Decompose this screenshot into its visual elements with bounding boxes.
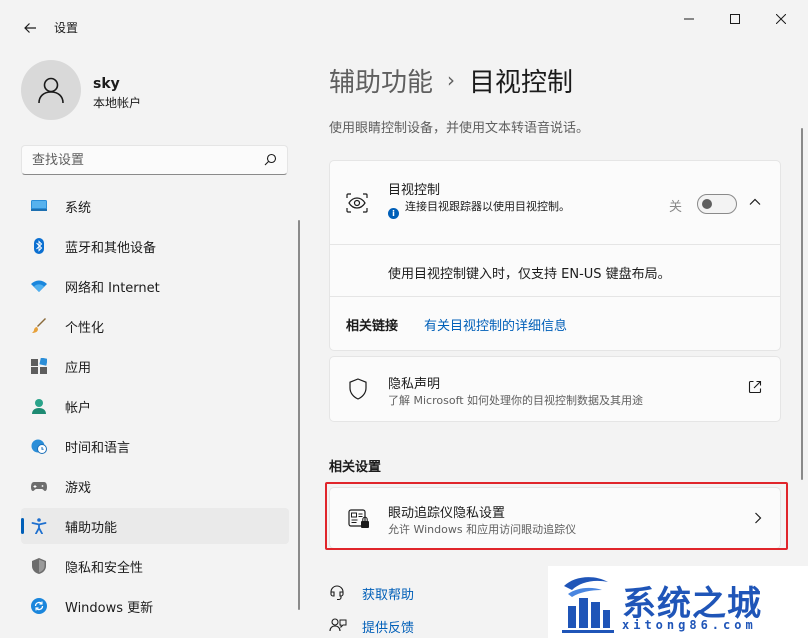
watermark-url: xitong86.com — [622, 618, 757, 632]
page-title: 目视控制 — [469, 67, 574, 98]
toggle-state-label: 关 — [669, 200, 683, 215]
update-icon — [31, 598, 47, 614]
feedback-icon — [329, 618, 347, 632]
breadcrumb: 辅助功能 › 目视控制 — [329, 60, 573, 100]
sidebar-item-windows-update[interactable]: Windows 更新 — [21, 588, 289, 624]
sidebar-item-label: Windows 更新 — [65, 600, 154, 616]
sidebar-item-apps[interactable]: 应用 — [21, 348, 289, 384]
sidebar-item-personalization[interactable]: 个性化 — [21, 308, 289, 344]
toggle-knob — [702, 199, 712, 209]
sidebar-item-bluetooth[interactable]: 蓝牙和其他设备 — [21, 228, 289, 264]
eye-control-title: 目视控制 — [388, 183, 441, 198]
close-button[interactable] — [758, 6, 804, 32]
account-icon — [32, 399, 46, 414]
system-icon — [31, 200, 47, 211]
apps-icon — [31, 358, 47, 374]
chevron-up-icon[interactable] — [748, 195, 762, 209]
related-links-row: 相关链接 有关目视控制的详细信息 — [330, 297, 780, 351]
eye-control-card: 目视控制 i 连接目视跟踪器以使用目视控制。 关 使用目视控制键入时，仅支持 E… — [329, 160, 781, 351]
watermark: 系统之城 xitong86.com — [548, 566, 808, 638]
highlight-frame — [325, 482, 788, 550]
sidebar-item-accessibility[interactable]: 辅助功能 — [21, 508, 289, 544]
bluetooth-icon — [34, 238, 44, 254]
wifi-icon — [31, 280, 47, 292]
sidebar-item-label: 游戏 — [65, 480, 92, 496]
search-box[interactable] — [21, 145, 288, 175]
privacy-statement-subtitle: 了解 Microsoft 如何处理你的目视控制数据及其用途 — [388, 394, 644, 407]
accessibility-icon — [31, 518, 47, 534]
sidebar-item-time-language[interactable]: 时间和语言 — [21, 428, 289, 464]
account-type: 本地帐户 — [93, 96, 142, 110]
sidebar-nav: 系统 蓝牙和其他设备 网络和 Internet 个性化 应用 帐户 时间和语言 — [21, 188, 289, 628]
sidebar-item-accounts[interactable]: 帐户 — [21, 388, 289, 424]
gamepad-icon — [31, 482, 47, 491]
sidebar-item-system[interactable]: 系统 — [21, 188, 289, 224]
sidebar-item-label: 辅助功能 — [65, 520, 118, 536]
back-arrow-icon — [24, 23, 36, 33]
eye-control-subtitle: 连接目视跟踪器以使用目视控制。 — [405, 200, 570, 213]
globe-clock-icon — [31, 439, 47, 454]
privacy-statement-card[interactable]: 隐私声明 了解 Microsoft 如何处理你的目视控制数据及其用途 — [329, 356, 781, 422]
search-input[interactable] — [32, 151, 252, 169]
close-icon — [776, 14, 786, 24]
main-scrollbar[interactable] — [801, 128, 803, 480]
get-help-link[interactable]: 获取帮助 — [362, 584, 414, 603]
watermark-logo-icon — [562, 577, 614, 633]
breadcrumb-parent[interactable]: 辅助功能 — [329, 62, 433, 99]
eye-tracking-icon — [346, 193, 368, 213]
eye-control-details-link[interactable]: 有关目视控制的详细信息 — [424, 315, 567, 334]
sidebar-item-privacy-security[interactable]: 隐私和安全性 — [21, 548, 289, 584]
avatar[interactable] — [21, 60, 81, 120]
app-title: 设置 — [54, 21, 79, 35]
minimize-icon — [684, 18, 694, 20]
breadcrumb-separator: › — [447, 68, 456, 92]
keyboard-note: 使用目视控制键入时，仅支持 EN-US 键盘布局。 — [388, 267, 671, 282]
maximize-button[interactable] — [712, 6, 758, 32]
title-bar: 设置 — [0, 0, 808, 50]
sidebar-item-label: 时间和语言 — [65, 440, 131, 456]
brush-icon — [32, 318, 46, 333]
settings-window: 设置 sky 本地帐户 系统 蓝牙和其他设备 网络和 Internet — [0, 0, 808, 638]
search-icon[interactable] — [264, 153, 277, 166]
sidebar-item-label: 网络和 Internet — [65, 280, 160, 296]
give-feedback-link[interactable]: 提供反馈 — [362, 617, 414, 636]
eye-control-header[interactable]: 目视控制 i 连接目视跟踪器以使用目视控制。 关 — [330, 161, 780, 245]
sidebar-item-label: 应用 — [65, 360, 92, 376]
user-name: sky — [93, 76, 120, 92]
maximize-icon — [730, 14, 740, 24]
related-settings-heading: 相关设置 — [329, 460, 382, 475]
sidebar-item-network[interactable]: 网络和 Internet — [21, 268, 289, 304]
sidebar-item-gaming[interactable]: 游戏 — [21, 468, 289, 504]
help-icon — [330, 585, 344, 601]
info-icon: i — [388, 208, 399, 219]
sidebar-item-label: 隐私和安全性 — [65, 560, 144, 576]
sidebar-item-label: 个性化 — [65, 320, 105, 336]
privacy-statement-title: 隐私声明 — [388, 377, 441, 392]
related-links-label: 相关链接 — [346, 319, 399, 334]
shield-icon — [32, 558, 46, 574]
back-button[interactable] — [16, 14, 44, 42]
external-link-icon — [748, 380, 762, 394]
minimize-button[interactable] — [666, 6, 712, 32]
eye-control-toggle[interactable] — [697, 194, 737, 214]
sidebar-item-label: 蓝牙和其他设备 — [65, 240, 157, 256]
sidebar-scrollbar[interactable] — [298, 220, 300, 610]
sidebar-item-label: 系统 — [65, 200, 92, 216]
sidebar-item-label: 帐户 — [65, 400, 92, 416]
page-description: 使用眼睛控制设备，并使用文本转语音说话。 — [329, 121, 590, 136]
user-icon — [38, 77, 64, 104]
keyboard-note-row: 使用目视控制键入时，仅支持 EN-US 键盘布局。 — [330, 245, 780, 297]
shield-icon — [349, 378, 367, 400]
